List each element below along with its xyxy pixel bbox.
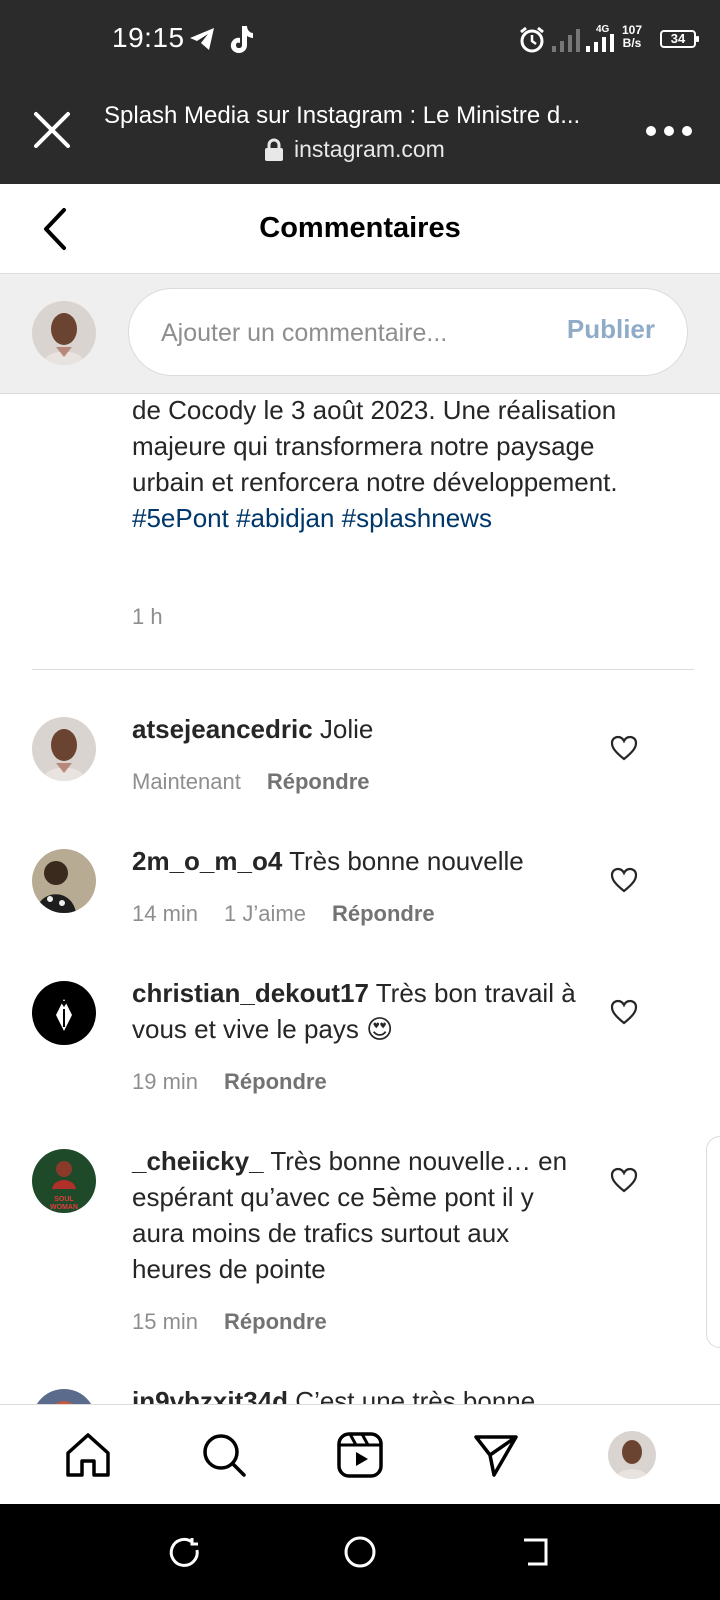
close-icon[interactable]: [30, 108, 74, 152]
comments-list[interactable]: du 5e pont reliant les communes du Plate…: [0, 394, 720, 1404]
status-time: 19:15: [112, 22, 185, 53]
comments-header: Commentaires: [0, 184, 720, 274]
caption-hashtags[interactable]: #5ePont #abidjan #splashnews: [132, 503, 492, 533]
battery-indicator: 34: [660, 30, 699, 48]
reply-button[interactable]: Répondre: [267, 769, 370, 795]
comment-username[interactable]: atsejeancedric: [132, 714, 313, 744]
comment-time: 15 min: [132, 1309, 199, 1334]
recent-apps-icon[interactable]: [166, 1534, 202, 1570]
svg-text:WOMAN: WOMAN: [50, 1204, 78, 1211]
comment-time: 19 min: [132, 1069, 199, 1094]
more-options-icon[interactable]: [646, 126, 692, 136]
heart-icon[interactable]: [610, 867, 638, 893]
tiktok-icon: [230, 26, 253, 53]
status-bar: 19:15 4G 107 B/s 34: [0, 0, 720, 82]
avatar[interactable]: [32, 981, 96, 1045]
comment-input-wrapper: Publier: [128, 288, 688, 376]
reply-button[interactable]: Répondre: [224, 1069, 327, 1095]
home-icon[interactable]: [64, 1431, 112, 1479]
comment-username[interactable]: 2m_o_m_o4: [132, 846, 282, 876]
comment-composer: Publier: [0, 274, 720, 394]
lock-icon: [265, 138, 283, 161]
telegram-icon: [190, 28, 214, 50]
reels-icon[interactable]: [336, 1431, 384, 1479]
avatar[interactable]: [32, 849, 96, 913]
signal-weak-icon: [552, 29, 580, 52]
avatar[interactable]: SOUL WOMAN: [32, 1149, 96, 1213]
svg-text:SOUL: SOUL: [54, 1196, 74, 1203]
signal-4g-icon: 4G: [586, 24, 614, 52]
avatar: [32, 301, 96, 365]
caption-timestamp: 1 h: [132, 604, 163, 629]
reply-button[interactable]: Répondre: [332, 901, 435, 927]
home-button-icon[interactable]: [342, 1534, 378, 1570]
browser-url: instagram.com: [264, 136, 445, 163]
comment-likes[interactable]: 1 J’aime: [224, 901, 306, 927]
direct-icon[interactable]: [472, 1431, 520, 1479]
bottom-navigation: [0, 1404, 720, 1504]
comment-input[interactable]: [161, 311, 531, 355]
comment-username[interactable]: christian_dekout17: [132, 978, 369, 1008]
system-navigation-bar: [0, 1504, 720, 1600]
avatar[interactable]: [32, 1389, 96, 1404]
back-button-icon[interactable]: [518, 1534, 554, 1570]
heart-icon[interactable]: [610, 735, 638, 761]
comment-username[interactable]: jn9vbzxit34d: [132, 1386, 288, 1404]
publish-button[interactable]: Publier: [567, 314, 655, 345]
divider: [32, 669, 694, 670]
url-text: instagram.com: [294, 136, 445, 162]
page-title: Commentaires: [259, 212, 461, 244]
comment-username[interactable]: _cheiicky_: [132, 1146, 264, 1176]
post-caption: du 5e pont reliant les communes du Plate…: [132, 395, 618, 533]
reply-button[interactable]: Répondre: [224, 1309, 327, 1335]
heart-icon[interactable]: [610, 1167, 638, 1193]
browser-title: Splash Media sur Instagram : Le Ministre…: [104, 102, 581, 129]
browser-bar: Splash Media sur Instagram : Le Ministre…: [0, 82, 720, 184]
heart-icon[interactable]: [610, 999, 638, 1025]
comment-time: 14 min: [132, 901, 199, 926]
avatar[interactable]: [32, 717, 96, 781]
comment-text: Jolie: [319, 714, 374, 744]
svg-text:4G: 4G: [596, 24, 610, 35]
profile-avatar[interactable]: [608, 1431, 656, 1479]
comment-time: Maintenant: [132, 769, 241, 794]
comment-text: Très bonne nouvelle: [289, 846, 524, 876]
side-drawer-handle[interactable]: [706, 1136, 720, 1348]
alarm-icon: [520, 26, 544, 53]
network-speed: 107 B/s: [622, 23, 643, 50]
search-icon[interactable]: [200, 1431, 248, 1479]
comment-text: C’est une très bonne: [295, 1386, 536, 1404]
